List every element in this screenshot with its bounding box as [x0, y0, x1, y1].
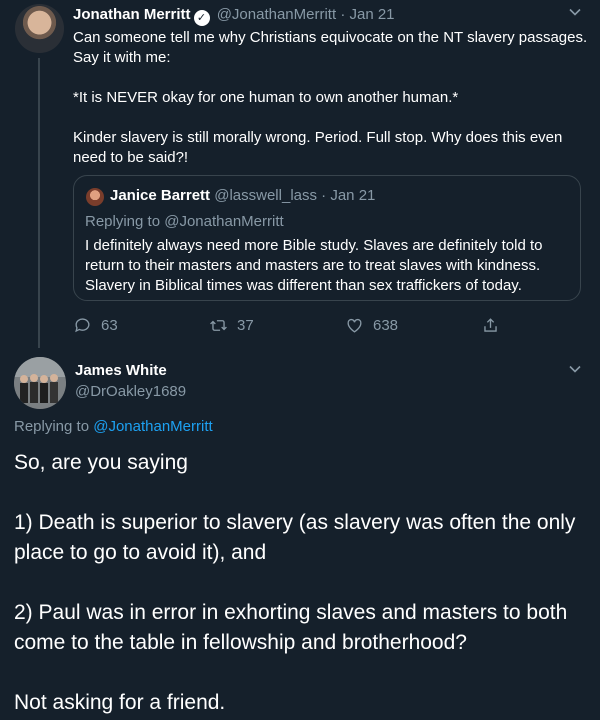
reply-author-name-wrap: James White	[75, 362, 167, 379]
share-button[interactable]	[481, 316, 509, 335]
avatar-jonathan-merritt[interactable]	[15, 4, 64, 53]
reply-paragraph: Not asking for a friend.	[14, 691, 226, 714]
chevron-down-icon[interactable]	[568, 362, 582, 379]
heart-icon	[347, 318, 362, 333]
avatar-james-white[interactable]	[14, 357, 66, 409]
share-icon	[484, 318, 497, 332]
quoted-author-name: Janice Barrett	[110, 187, 211, 204]
tweet-text: Can someone tell me why Christians equiv…	[73, 28, 588, 168]
reply-paragraph: 2) Paul was in error in exhorting slaves…	[14, 601, 568, 654]
replying-label: Replying to	[85, 213, 161, 230]
quoted-replying-to: Replying to @JonathanMerritt	[85, 213, 284, 230]
author-handle[interactable]: @DrOakley1689	[75, 383, 186, 400]
author-handle[interactable]: @JonathanMerritt	[217, 6, 336, 23]
tweet-action-bar: 63 37 638	[73, 316, 503, 338]
author-name[interactable]: James White	[75, 362, 167, 379]
tweet-header: Jonathan Merritt ✓ @JonathanMerritt · Jan…	[73, 6, 395, 26]
quoted-tweet-card[interactable]: Janice Barrett @lasswell_lass · Jan 21 R…	[73, 175, 581, 301]
avatar-janice-barrett	[86, 188, 104, 206]
replying-label: Replying to	[14, 418, 90, 435]
separator-dot: ·	[340, 6, 346, 23]
replying-handle: @JonathanMerritt	[164, 213, 284, 230]
retweet-icon	[210, 320, 227, 331]
chevron-down-icon[interactable]	[568, 5, 582, 22]
reply-paragraph: 1) Death is superior to slavery (as slav…	[14, 511, 576, 564]
quoted-tweet-header: Janice Barrett @lasswell_lass · Jan 21	[110, 187, 375, 204]
quoted-tweet-date: Jan 21	[330, 187, 376, 204]
reply-button[interactable]: 63	[73, 316, 118, 335]
reply-icon	[75, 318, 90, 333]
tweet-date[interactable]: Jan 21	[349, 6, 394, 23]
author-name[interactable]: Jonathan Merritt	[73, 6, 191, 23]
reply-tweet-text: So, are you saying 1) Death is superior …	[14, 448, 589, 718]
tweet-text-line: Can someone tell me why Christians equiv…	[73, 29, 588, 66]
tweet-text-line: *It is NEVER okay for one human to own a…	[73, 89, 459, 106]
separator-dot: ·	[321, 187, 327, 204]
retweet-button[interactable]: 37	[209, 316, 254, 335]
tweet-text-line: Kinder slavery is still morally wrong. P…	[73, 129, 563, 166]
reply-count: 63	[101, 317, 118, 334]
replying-to: Replying to @JonathanMerritt	[14, 418, 213, 435]
reply-paragraph: So, are you saying	[14, 451, 188, 474]
verified-badge-icon: ✓	[193, 10, 210, 26]
like-button[interactable]: 638	[345, 316, 398, 335]
thread-line	[38, 58, 40, 348]
like-count: 638	[373, 317, 399, 334]
replying-handle-link[interactable]: @JonathanMerritt	[93, 418, 212, 435]
retweet-count: 37	[237, 317, 254, 334]
quoted-tweet-text: I definitely always need more Bible stud…	[85, 237, 543, 294]
quoted-author-handle: @lasswell_lass	[214, 187, 317, 204]
